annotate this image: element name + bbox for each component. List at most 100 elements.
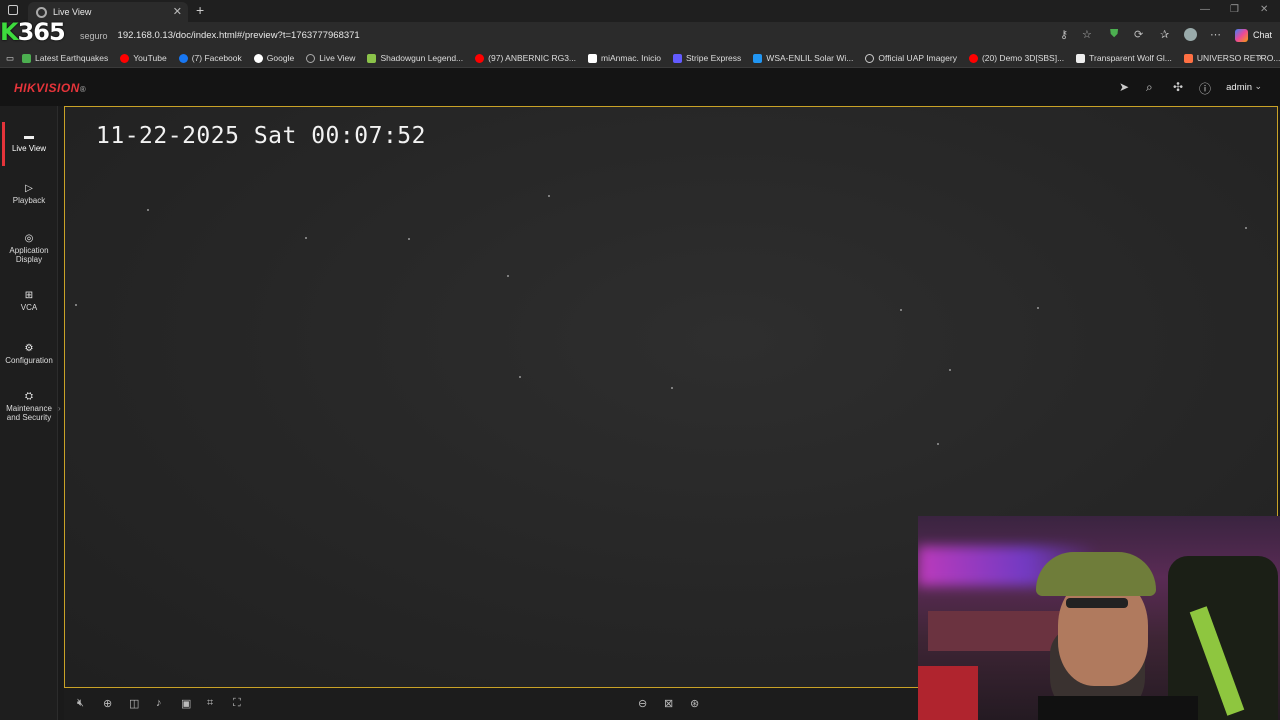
previous-page-icon[interactable]: ⊖ [638, 697, 647, 710]
bookmark-item[interactable]: Official UAP Imagery [865, 53, 957, 63]
nav-live-view[interactable]: ▬ Live View [0, 122, 58, 166]
noise-speck [949, 369, 951, 371]
send-icon[interactable]: ➤ [1119, 80, 1129, 94]
noise-speck [1037, 307, 1039, 309]
app-header [0, 68, 1280, 106]
record-icon[interactable]: ▣ [181, 697, 191, 710]
monitor-icon: ▬ [24, 131, 34, 142]
capture-icon[interactable]: ◫ [129, 697, 139, 710]
key-icon[interactable]: ⚷ [1060, 28, 1068, 41]
favorite-star-icon[interactable]: ☆ [1082, 28, 1092, 41]
r-favicon-icon [588, 53, 598, 63]
google-icon [253, 53, 263, 63]
android-icon [367, 53, 377, 63]
youtube-icon [475, 53, 485, 63]
bookmark-item[interactable]: Shadowgun Legend... [367, 53, 463, 63]
bookmark-item[interactable]: Live View [306, 53, 355, 63]
bookmark-item[interactable]: (97) ANBERNIC RG3... [475, 53, 576, 63]
bookmark-favicon-icon [22, 53, 32, 63]
more-menu-icon[interactable]: ⋯ [1210, 28, 1221, 41]
bookmark-item[interactable]: Stripe Express [673, 53, 741, 63]
noise-speck [900, 309, 902, 311]
application-icon: ◎ [24, 233, 34, 244]
youtube-icon [968, 53, 978, 63]
zoom-icon[interactable]: ⊕ [103, 697, 112, 710]
search-icon[interactable]: ⌕ [1146, 80, 1153, 95]
url-field[interactable]: seguro 192.168.0.13/doc/index.html#/prev… [80, 26, 1100, 45]
fullscreen-icon[interactable]: ⛶ [233, 697, 241, 710]
sidebar: ▬ Live View ▷ Playback ◎ Application Dis… [0, 106, 58, 720]
tab-title: Live View [53, 7, 92, 17]
facebook-icon [178, 53, 188, 63]
bookmark-item[interactable]: UNIVERSO RETRO... [1183, 53, 1280, 63]
noise-speck [147, 209, 149, 211]
bookmarks-bar: ▭ Latest Earthquakes YouTube (7) Faceboo… [0, 49, 1280, 68]
osd-timestamp: 11-22-2025 Sat 00:07:52 [96, 123, 426, 149]
new-tab-button[interactable]: + [196, 2, 204, 18]
favorites-icon[interactable]: ✰ [1160, 28, 1169, 41]
nav-label: Configuration [5, 356, 53, 365]
minimize-icon[interactable]: — [1200, 4, 1210, 15]
noise-speck [671, 387, 673, 389]
bookmark-item[interactable]: WSA-ENLIL Solar Wi... [753, 53, 853, 63]
bookmark-item[interactable]: (7) Facebook [178, 53, 242, 63]
gear-icon: ⚙ [24, 343, 34, 354]
bookmarks-folder-icon[interactable]: ▭ [6, 53, 14, 64]
retro-favicon-icon [1183, 53, 1193, 63]
security-indicator[interactable]: seguro [80, 31, 108, 41]
close-window-icon[interactable]: ✕ [1260, 4, 1268, 15]
tab-actions-icon[interactable] [8, 5, 18, 15]
webcam-overlay [918, 516, 1280, 720]
nav-label: VCA [20, 303, 38, 312]
hikvision-logo: HIKVISION® [14, 81, 87, 95]
user-menu[interactable]: admin [1226, 82, 1252, 93]
fit-screen-icon[interactable]: ⌗ [207, 697, 213, 710]
browser-titlebar: Live View ✕ + — ❐ ✕ [0, 0, 1280, 22]
noise-speck [519, 376, 521, 378]
microphone-icon[interactable]: ♪ [156, 697, 162, 709]
noise-speck [305, 237, 307, 239]
bookmark-item[interactable]: YouTube [120, 53, 167, 63]
bookmark-item[interactable]: Transparent Wolf Gl... [1076, 53, 1172, 63]
settings-share-icon[interactable]: ✣ [1173, 80, 1183, 94]
nav-configuration[interactable]: ⚙ Configuration [0, 343, 58, 366]
copilot-chat-button[interactable]: Chat [1234, 26, 1272, 44]
noise-speck [75, 304, 77, 306]
nav-maintenance-security[interactable]: ⛭ Maintenance and Security [0, 391, 58, 423]
sidebar-collapse-icon[interactable]: › [58, 404, 61, 413]
nav-vca[interactable]: ⊞ VCA [0, 290, 58, 313]
bookmarks-overflow-icon[interactable]: › [1259, 52, 1262, 63]
bookmark-item[interactable]: Latest Earthquakes [22, 53, 108, 63]
live-view-favicon-icon [306, 53, 316, 63]
tab-favicon-icon [36, 6, 47, 18]
noise-speck [937, 443, 939, 445]
info-icon[interactable]: ⓘ [1199, 80, 1211, 97]
noise-speck [408, 238, 410, 240]
mute-icon[interactable]: 🔇︎ [77, 697, 84, 710]
next-page-icon[interactable]: ⊛ [690, 697, 699, 710]
chat-label: Chat [1252, 30, 1272, 40]
shield-extension-icon[interactable]: ⛊ [1110, 28, 1118, 41]
bookmark-item[interactable]: Google [253, 53, 294, 63]
noise-speck [1245, 227, 1247, 229]
profile-avatar[interactable] [1184, 28, 1197, 41]
maintenance-icon: ⛭ [25, 391, 33, 402]
nav-label: Application Display [9, 246, 49, 264]
youtube-icon [120, 53, 130, 63]
vca-grid-icon: ⊞ [24, 290, 34, 301]
nav-label: Playback [12, 196, 46, 205]
overlay-logo: K365 [0, 18, 66, 46]
wsa-favicon-icon [753, 53, 763, 63]
nav-label: Maintenance and Security [6, 404, 52, 422]
playback-icon: ▷ [25, 183, 33, 194]
extensions-icon[interactable]: ⟳ [1134, 28, 1143, 41]
bookmark-item[interactable]: miAnmac. Inicio [588, 53, 661, 63]
window-layout-icon[interactable]: ⊠ [664, 697, 673, 710]
nav-playback[interactable]: ▷ Playback [0, 183, 58, 206]
tab-close-icon[interactable]: ✕ [173, 5, 182, 18]
url-text[interactable]: 192.168.0.13/doc/index.html#/preview?t=1… [118, 30, 360, 41]
chevron-down-icon[interactable]: ⌄ [1254, 81, 1262, 92]
bookmark-item[interactable]: (20) Demo 3D[SBS]... [968, 53, 1064, 63]
nav-application-display[interactable]: ◎ Application Display [0, 233, 58, 265]
restore-icon[interactable]: ❐ [1230, 4, 1239, 15]
